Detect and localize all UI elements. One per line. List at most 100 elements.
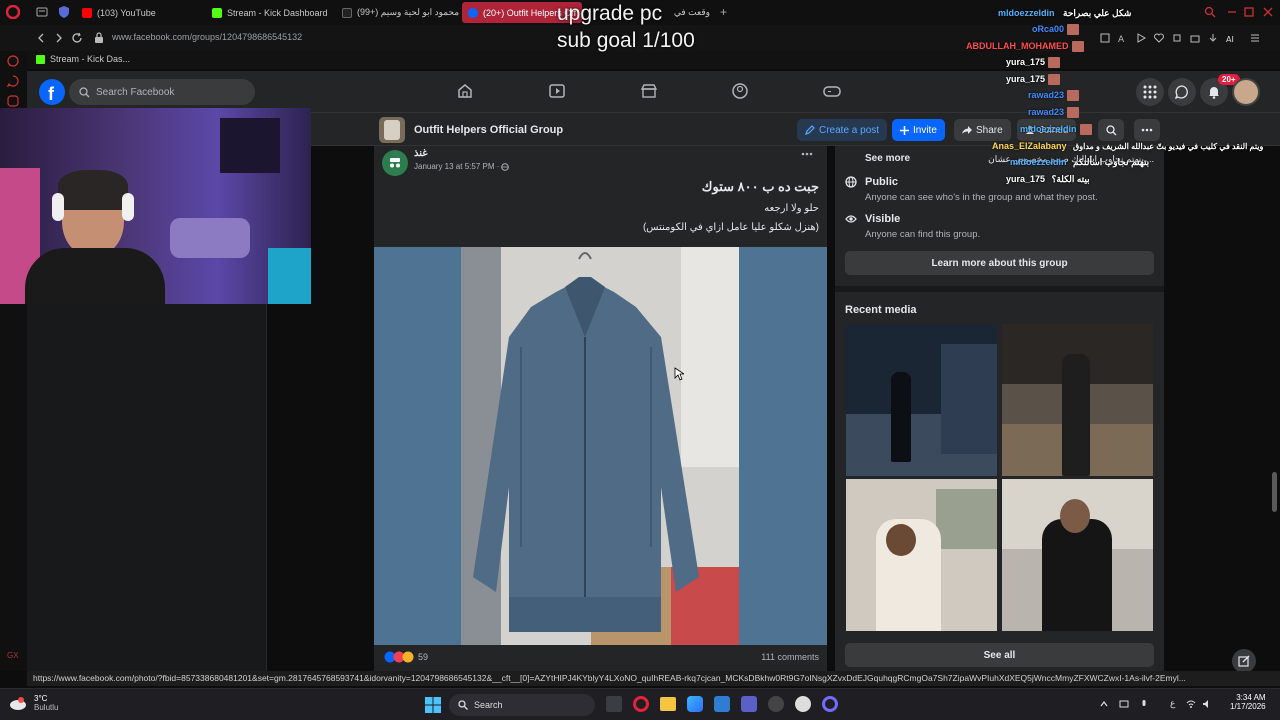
learn-more-button[interactable]: Learn more about this group	[845, 251, 1154, 275]
workspaces-icon[interactable]	[36, 7, 48, 17]
svg-text:A: A	[1118, 35, 1125, 43]
more-horizontal-icon	[1141, 128, 1153, 132]
jacket-shape	[473, 252, 699, 632]
opera-gx-icon[interactable]	[633, 696, 649, 712]
reload-icon[interactable]	[71, 32, 83, 44]
opera-logo-icon[interactable]	[6, 5, 20, 19]
bookmark-kick-stream[interactable]: Stream - Kick Das...	[36, 54, 130, 64]
search-input[interactable]: Search Facebook	[69, 79, 255, 105]
tab-youtube[interactable]: (103) YouTube	[76, 2, 200, 23]
gaming-icon[interactable]	[823, 82, 843, 102]
invite-button[interactable]: Invite	[892, 119, 945, 141]
post-timestamp[interactable]: January 13 at 5:57 PM ·	[414, 162, 510, 171]
quick-settings[interactable]	[1186, 699, 1212, 709]
weather-widget[interactable]: 3°C Bulutlu	[8, 694, 58, 712]
chat-text: بتهتم نجاوب اسألتكم	[1073, 157, 1150, 167]
group-thumbnail[interactable]	[379, 117, 405, 143]
chat-message: mldoezzeldin بتهتم نجاوب اسألتكم	[1010, 157, 1149, 168]
chat-avatar	[1048, 74, 1061, 86]
network-icon[interactable]	[1119, 699, 1129, 709]
see-all-button[interactable]: See all	[845, 643, 1154, 667]
task-view-icon[interactable]	[606, 696, 622, 712]
comments-count[interactable]: 111 comments	[761, 652, 819, 662]
recent-media-item[interactable]	[846, 324, 997, 476]
home-icon[interactable]	[456, 82, 476, 102]
groups-icon[interactable]	[731, 82, 751, 102]
snapshot-icon[interactable]	[1100, 33, 1110, 43]
microphone-icon[interactable]	[1139, 699, 1149, 709]
file-explorer-icon[interactable]	[660, 697, 676, 711]
heart-icon[interactable]	[1154, 33, 1164, 43]
author-avatar[interactable]	[382, 150, 408, 176]
settings-icon[interactable]	[768, 696, 784, 712]
store-icon[interactable]	[714, 696, 730, 712]
teams-icon[interactable]	[741, 696, 757, 712]
recent-media-item[interactable]	[1002, 324, 1153, 476]
video-icon[interactable]	[548, 82, 568, 102]
download-icon[interactable]	[1208, 33, 1218, 43]
group-name[interactable]: Outfit Helpers Official Group	[414, 124, 563, 136]
post-photo[interactable]	[374, 247, 827, 645]
see-more-link[interactable]: See more	[865, 153, 910, 164]
play-icon[interactable]	[1136, 33, 1146, 43]
minimize-icon[interactable]	[1226, 6, 1238, 18]
close-icon[interactable]	[1262, 6, 1274, 18]
obs-icon[interactable]	[822, 696, 838, 712]
visible-title: Visible	[865, 213, 901, 225]
streamer-webcam	[0, 108, 311, 304]
windows-start-icon[interactable]	[425, 697, 441, 713]
bell-icon	[1209, 87, 1219, 99]
jacket-photo	[461, 247, 739, 645]
group-search-button[interactable]	[1098, 119, 1124, 141]
more-options-button[interactable]	[1134, 119, 1160, 141]
tab-kick-dashboard[interactable]: Stream - Kick Dashboard	[206, 2, 334, 23]
recent-media-item[interactable]	[846, 479, 997, 631]
reactions-count: 59	[418, 652, 429, 662]
search-tabs-icon[interactable]	[1204, 6, 1216, 18]
chat-user: yura_175	[1006, 174, 1046, 184]
whatsapp-sidebar-icon[interactable]	[7, 95, 19, 107]
translate-icon[interactable]: A	[1118, 33, 1128, 43]
music-icon[interactable]	[795, 696, 811, 712]
lock-icon[interactable]	[94, 32, 104, 44]
reactions-summary[interactable]: 59	[384, 651, 428, 663]
create-post-button[interactable]: Create a post	[797, 119, 888, 141]
reaction-icons	[384, 651, 414, 663]
messenger-button[interactable]	[1168, 78, 1196, 106]
post-options-icon[interactable]	[801, 152, 813, 156]
share-button[interactable]: Share	[954, 119, 1011, 141]
language-indicator[interactable]: ع	[1170, 698, 1175, 709]
back-icon[interactable]	[36, 33, 46, 43]
copilot-icon[interactable]	[687, 696, 703, 712]
profile-avatar[interactable]	[1232, 78, 1260, 106]
kick-icon	[212, 7, 222, 18]
messenger-icon	[1175, 85, 1188, 99]
menu-grid-button[interactable]	[1136, 78, 1164, 106]
recent-media-item[interactable]	[1002, 479, 1153, 631]
aria-icon[interactable]	[7, 55, 19, 67]
extensions-icon[interactable]	[1172, 33, 1182, 43]
chevron-up-icon[interactable]	[1099, 699, 1109, 709]
new-tab-button[interactable]: +	[720, 5, 727, 19]
tab-tiktok[interactable]: (99+) محمود ابو لحية وسيم	[336, 2, 460, 23]
tab-label: Stream - Kick Dashboard	[227, 7, 328, 18]
messenger-sidebar-icon[interactable]	[7, 75, 19, 87]
scrollbar-thumb[interactable]	[1272, 472, 1277, 512]
url-field[interactable]: www.facebook.com/groups/1204798686545132	[112, 32, 302, 42]
new-message-button[interactable]	[1232, 649, 1256, 673]
post-author[interactable]: غنذ	[414, 148, 428, 159]
clock[interactable]: 3:34 AM 1/17/2026	[1230, 693, 1266, 711]
taskbar-search[interactable]: Search	[449, 694, 595, 716]
chat-text: بيته الكلة؟	[1051, 174, 1090, 184]
maximize-icon[interactable]	[1243, 6, 1255, 18]
shield-icon[interactable]	[58, 5, 70, 19]
facebook-logo-icon[interactable]: f	[39, 79, 65, 105]
forward-icon[interactable]	[54, 33, 64, 43]
wallet-icon[interactable]	[1190, 33, 1200, 43]
gx-icon[interactable]: GX	[7, 651, 19, 660]
ai-icon[interactable]: AI	[1226, 33, 1242, 43]
menu-icon[interactable]	[1250, 33, 1260, 43]
marketplace-icon[interactable]	[640, 82, 660, 102]
system-tray	[1099, 699, 1149, 709]
volume-icon	[1203, 700, 1208, 708]
